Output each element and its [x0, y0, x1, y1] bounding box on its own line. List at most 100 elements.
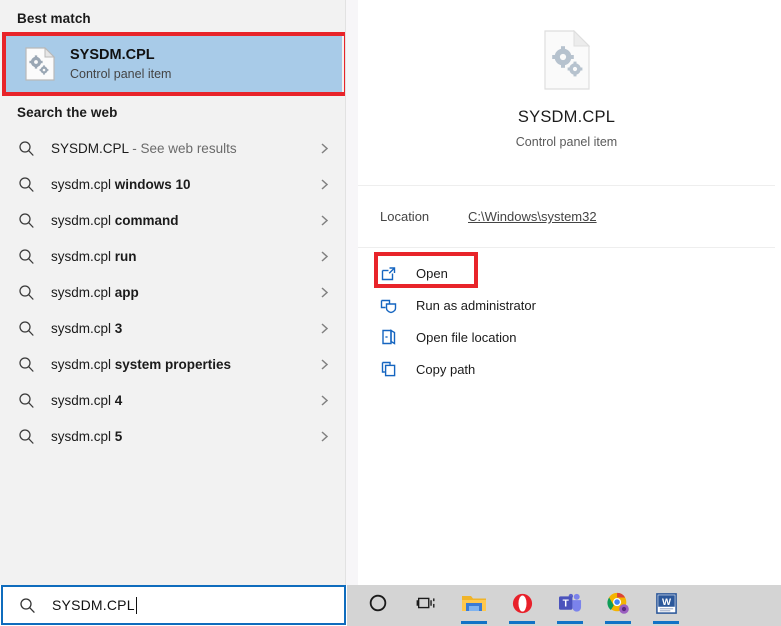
- web-result-item[interactable]: SYSDM.CPL - See web results: [0, 130, 345, 166]
- preview-title: SYSDM.CPL: [517, 108, 616, 126]
- control-panel-file-icon: [543, 29, 590, 90]
- best-match-result-sysdm-cpl[interactable]: SYSDM.CPL Control panel item: [6, 36, 342, 92]
- web-result-label: sysdm.cpl app: [51, 285, 318, 300]
- running-indicator: [605, 621, 631, 624]
- location-label: Location: [380, 209, 430, 224]
- web-result-item[interactable]: sysdm.cpl 5: [0, 418, 345, 454]
- web-result-query: sysdm.cpl: [51, 176, 115, 192]
- search-icon: [18, 392, 35, 409]
- chevron-right-icon[interactable]: [318, 142, 331, 155]
- action-open[interactable]: Open: [358, 257, 775, 289]
- chevron-right-icon[interactable]: [318, 394, 331, 407]
- taskbar-microsoft-word-button[interactable]: W: [642, 585, 690, 626]
- web-result-query: sysdm.cpl: [51, 284, 115, 300]
- web-result-label: sysdm.cpl windows 10: [51, 177, 318, 192]
- web-result-suffix: app: [114, 284, 139, 300]
- copy-icon: [380, 360, 398, 378]
- web-results-list: SYSDM.CPL - See web results sysdm.cpl win…: [0, 130, 345, 454]
- web-result-label: sysdm.cpl system properties: [51, 357, 318, 372]
- action-run-as-administrator[interactable]: Run as administrator: [358, 289, 775, 321]
- running-indicator: [557, 621, 583, 624]
- web-result-item[interactable]: sysdm.cpl run: [0, 238, 345, 274]
- search-icon: [18, 356, 35, 373]
- folder-open-icon: [380, 328, 398, 346]
- best-match-section: SYSDM.CPL Control panel item: [0, 32, 345, 96]
- web-result-suffix: system properties: [114, 356, 232, 372]
- web-result-suffix: run: [114, 248, 137, 264]
- search-icon: [18, 140, 35, 157]
- web-result-label: sysdm.cpl command: [51, 213, 318, 228]
- chevron-right-icon[interactable]: [318, 250, 331, 263]
- taskbar: TW: [347, 585, 781, 626]
- web-result-item[interactable]: sysdm.cpl 3: [0, 310, 345, 346]
- chevron-right-icon[interactable]: [318, 358, 331, 371]
- location-link[interactable]: C:\Windows\system32: [468, 209, 597, 224]
- web-result-item[interactable]: sysdm.cpl system properties: [0, 346, 345, 382]
- shield-run-icon: [380, 296, 398, 314]
- web-result-suffix: windows 10: [114, 176, 191, 192]
- google-chrome-icon: [606, 591, 630, 620]
- search-icon: [18, 284, 35, 301]
- svg-text:W: W: [661, 596, 671, 607]
- chevron-right-icon[interactable]: [318, 178, 331, 191]
- web-result-item[interactable]: sysdm.cpl command: [0, 202, 345, 238]
- action-label: Run as administrator: [416, 297, 536, 313]
- web-result-suffix: 5: [114, 428, 123, 444]
- search-the-web-header: Search the web: [17, 105, 118, 120]
- actions-list: Open Run as administrator Open file locati…: [358, 248, 775, 385]
- action-label: Copy path: [416, 361, 476, 377]
- microsoft-word-icon: W: [655, 592, 678, 620]
- search-icon: [18, 320, 35, 337]
- opera-icon: [511, 592, 534, 620]
- search-icon: [18, 176, 35, 193]
- cortana-icon: [367, 592, 389, 619]
- running-indicator: [509, 621, 535, 624]
- web-result-suffix: 3: [114, 320, 123, 336]
- web-result-query: sysdm.cpl: [51, 320, 115, 336]
- web-result-query: sysdm.cpl: [51, 428, 115, 444]
- web-result-query: sysdm.cpl: [51, 392, 115, 408]
- desktop-right-edge: [775, 0, 781, 585]
- web-result-item[interactable]: sysdm.cpl 4: [0, 382, 345, 418]
- web-result-item[interactable]: sysdm.cpl app: [0, 274, 345, 310]
- web-result-suffix: 4: [114, 392, 123, 408]
- open-external-icon: [380, 264, 398, 282]
- search-input[interactable]: SYSDM.CPL: [1, 585, 346, 625]
- microsoft-teams-icon: T: [558, 592, 583, 620]
- chevron-right-icon[interactable]: [318, 430, 331, 443]
- taskbar-microsoft-teams-button[interactable]: T: [546, 585, 594, 626]
- running-indicator: [653, 621, 679, 624]
- panel-gap: [346, 0, 358, 585]
- taskbar-file-explorer-button[interactable]: [450, 585, 498, 626]
- taskbar-opera-button[interactable]: [498, 585, 546, 626]
- web-result-item[interactable]: sysdm.cpl windows 10: [0, 166, 345, 202]
- action-open-file-location[interactable]: Open file location: [358, 321, 775, 353]
- taskbar-cortana-button[interactable]: [354, 585, 402, 626]
- text-caret: [135, 596, 137, 614]
- chevron-right-icon[interactable]: [318, 322, 331, 335]
- chevron-right-icon[interactable]: [318, 214, 331, 227]
- search-icon: [18, 428, 35, 445]
- location-row: Location C:\Windows\system32: [358, 186, 775, 248]
- web-result-label: SYSDM.CPL - See web results: [51, 141, 318, 156]
- web-result-suffix: - See web results: [128, 140, 237, 156]
- app-preview-panel: SYSDM.CPL Control panel item Location C:…: [358, 0, 775, 585]
- action-copy-path[interactable]: Copy path: [358, 353, 775, 385]
- control-panel-file-icon: [24, 46, 56, 81]
- search-icon: [19, 597, 36, 614]
- best-match-title: SYSDM.CPL: [70, 46, 155, 63]
- taskbar-task-view-button[interactable]: [402, 585, 450, 626]
- web-result-label: sysdm.cpl run: [51, 249, 318, 264]
- web-result-suffix: command: [114, 212, 179, 228]
- svg-text:T: T: [562, 598, 569, 609]
- chevron-right-icon[interactable]: [318, 286, 331, 299]
- search-input-value: SYSDM.CPL: [52, 597, 135, 613]
- preview-subtitle: Control panel item: [515, 135, 618, 149]
- web-result-query: SYSDM.CPL: [51, 140, 129, 156]
- search-overlay: Best match SYSDM.CPL Control panel item …: [0, 0, 781, 626]
- search-results-panel: Best match SYSDM.CPL Control panel item …: [0, 0, 346, 585]
- taskbar-google-chrome-button[interactable]: [594, 585, 642, 626]
- action-label: Open file location: [416, 329, 517, 345]
- best-match-subtitle: Control panel item: [70, 66, 172, 81]
- best-match-header: Best match: [17, 11, 91, 26]
